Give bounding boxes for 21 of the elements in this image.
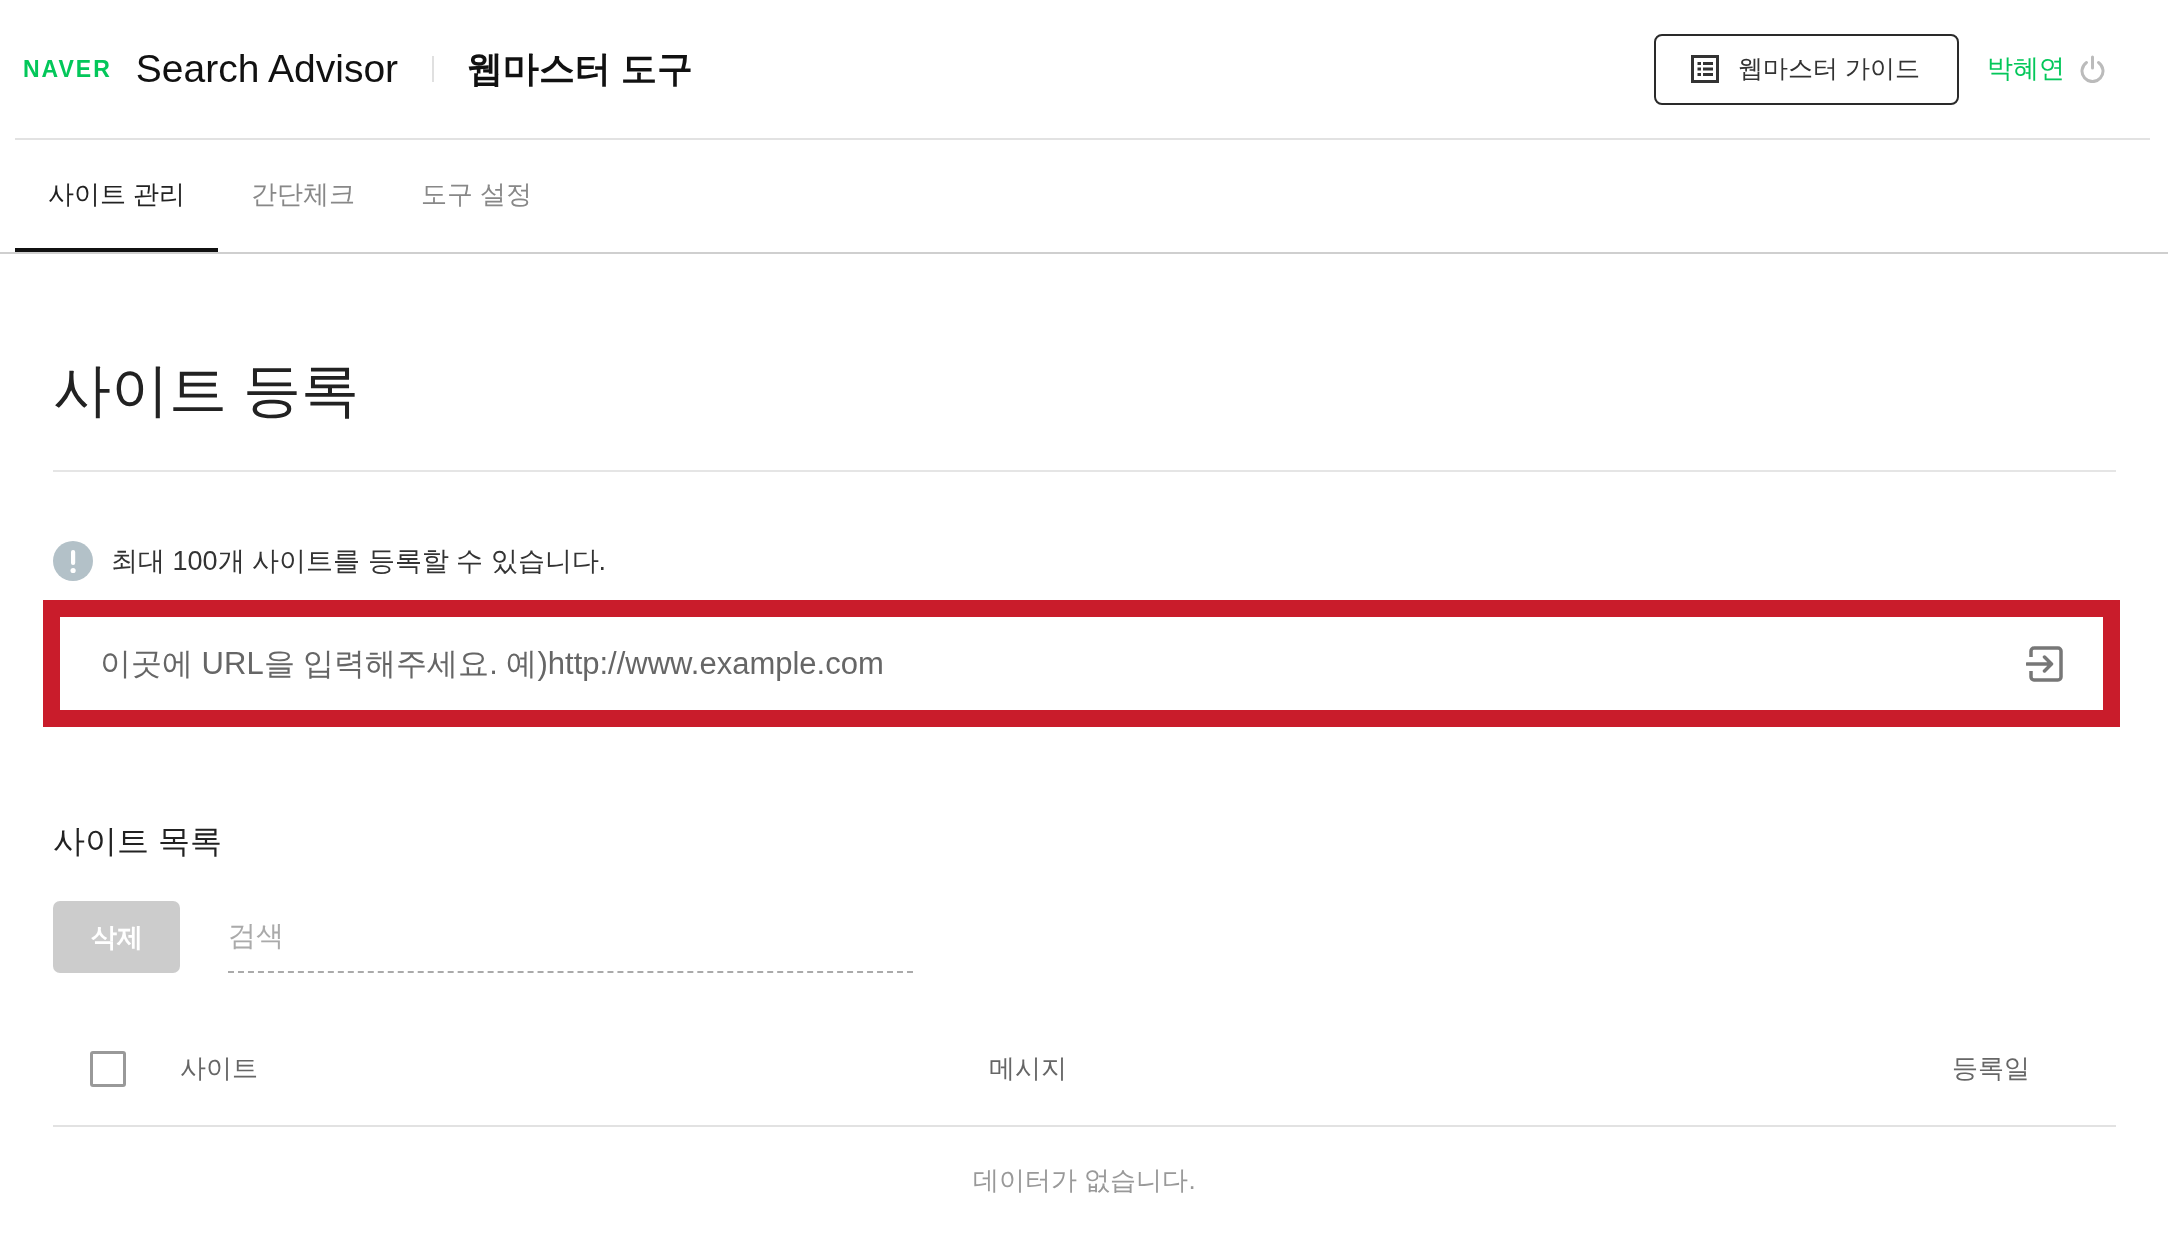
section-title: 사이트 목록: [53, 822, 222, 861]
tab[interactable]: 간단체크: [218, 140, 389, 252]
exclamation-icon: [53, 541, 93, 581]
notice-text: 최대 100개 사이트를 등록할 수 있습니다.: [111, 545, 607, 578]
column-header: 등록일: [1952, 1053, 2030, 1084]
power-icon[interactable]: [2079, 55, 2106, 83]
empty-message: 데이터가 없습니다.: [973, 1164, 1196, 1197]
enter-icon[interactable]: [2026, 645, 2063, 682]
column-header: 사이트: [180, 1053, 258, 1084]
page-title: 사이트 등록: [53, 356, 360, 424]
list-icon: [1691, 55, 1720, 83]
tab[interactable]: 도구 설정: [388, 140, 566, 252]
tab[interactable]: 사이트 관리: [15, 140, 219, 252]
guide-button[interactable]: 웹마스터 가이드: [1654, 33, 1959, 105]
user-name[interactable]: 박혜연: [1987, 53, 2065, 85]
product-name: Search Advisor: [135, 45, 399, 92]
brand-logo[interactable]: NAVER: [23, 57, 112, 81]
app-title: 웹마스터 도구: [467, 47, 694, 91]
search-field[interactable]: 검색: [228, 901, 913, 973]
column-header: 메시지: [989, 1053, 1067, 1084]
checkbox[interactable]: [90, 1051, 126, 1087]
